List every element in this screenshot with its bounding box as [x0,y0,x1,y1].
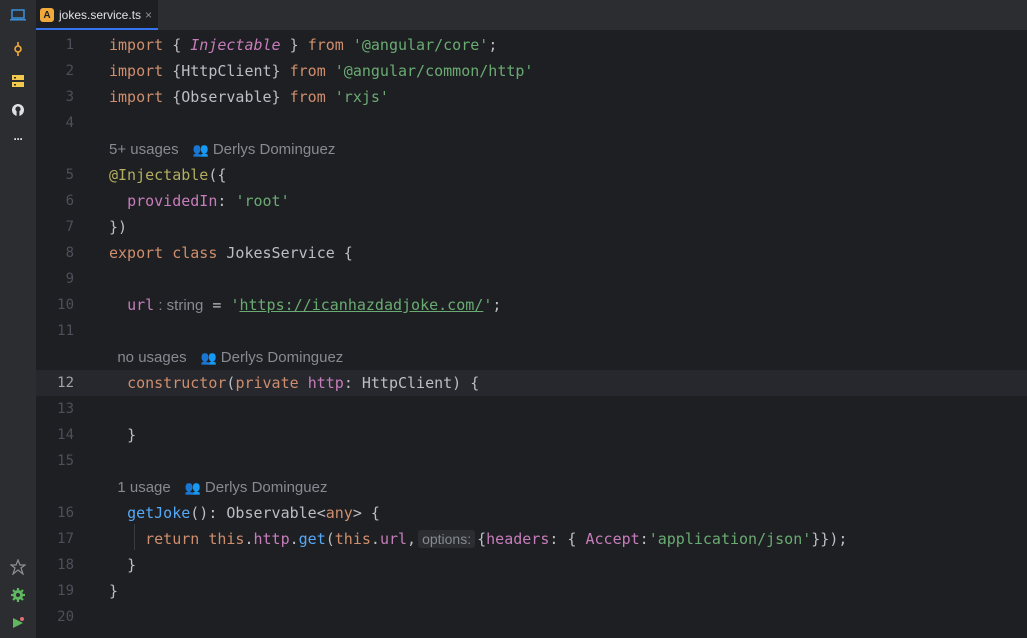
editor-tab-bar: A jokes.service.ts × [36,0,1027,31]
code-editor[interactable]: 1 import { Injectable } from '@angular/c… [36,30,1027,638]
project-icon[interactable] [9,6,27,24]
line-number: 2 [65,63,74,79]
code-line[interactable]: 9 [36,266,1027,292]
line-number: 4 [65,115,74,131]
code-line[interactable]: 20 [36,604,1027,630]
line-number: 12 [57,375,74,391]
url-link[interactable]: https://icanhazdadjoke.com/ [239,296,483,314]
angular-icon: A [40,8,54,22]
line-number: 17 [57,531,74,547]
code-line[interactable]: 18 } [36,552,1027,578]
line-number: 20 [57,609,74,625]
code-line[interactable]: 5 @Injectable({ [36,162,1027,188]
line-number: 10 [57,297,74,313]
line-number: 11 [57,323,74,339]
tab-label: jokes.service.ts [59,8,142,22]
line-number: 8 [65,245,74,261]
code-line[interactable]: 8 export class JokesService { [36,240,1027,266]
code-line[interactable]: 13 [36,396,1027,422]
code-line[interactable]: 17 return this.http.get(this.url, options… [36,526,1027,552]
code-line[interactable]: 6 providedIn: 'root' [36,188,1027,214]
tab-jokes-service[interactable]: A jokes.service.ts × [36,0,159,30]
code-line[interactable]: 4 [36,110,1027,136]
code-line[interactable]: 10 url : string = 'https://icanhazdadjok… [36,292,1027,318]
usages-hint[interactable]: 1 usage 👥 Derlys Dominguez [36,474,1027,500]
usages-hint[interactable]: no usages 👥 Derlys Dominguez [36,344,1027,370]
code-line[interactable]: 1 import { Injectable } from '@angular/c… [36,32,1027,58]
line-number: 16 [57,505,74,521]
line-number: 5 [65,167,74,183]
usages-hint[interactable]: 5+ usages 👥 Derlys Dominguez [36,136,1027,162]
code-line[interactable]: 3 import {Observable} from 'rxjs' [36,84,1027,110]
code-line[interactable]: 19 } [36,578,1027,604]
code-line[interactable]: 16 getJoke(): Observable<any> { [36,500,1027,526]
code-line[interactable]: 2 import {HttpClient} from '@angular/com… [36,58,1027,84]
more-icon[interactable]: ··· [9,130,27,148]
line-number: 14 [57,427,74,443]
author-icon: 👥 [192,141,209,157]
settings-icon[interactable] [9,586,27,604]
line-number: 3 [65,89,74,105]
line-number: 1 [65,37,74,53]
commit-icon[interactable] [9,40,27,58]
left-tool-strip: ··· [0,0,36,638]
author-icon: 👥 [184,479,201,495]
code-line[interactable]: 14 } [36,422,1027,448]
problems-icon[interactable] [9,558,27,576]
type-hint: : string [154,297,204,314]
run-icon[interactable] [9,614,27,632]
ide-window: ··· A jokes.service.ts × 1 import { Inje… [0,0,1027,638]
code-line[interactable]: 7 }) [36,214,1027,240]
github-icon[interactable] [9,101,27,119]
close-icon[interactable]: × [145,8,152,22]
line-number: 13 [57,401,74,417]
line-number: 19 [57,583,74,599]
author-icon: 👥 [200,349,217,365]
code-line[interactable]: 11 [36,318,1027,344]
code-line[interactable]: 15 [36,448,1027,474]
line-number: 18 [57,557,74,573]
line-number: 7 [65,219,74,235]
line-number: 6 [65,193,74,209]
code-line-current[interactable]: 12 constructor(private http: HttpClient)… [36,370,1027,396]
parameter-hint: options: [418,530,476,548]
structure-icon[interactable] [9,72,27,90]
line-number: 9 [65,271,74,287]
line-number: 15 [57,453,74,469]
